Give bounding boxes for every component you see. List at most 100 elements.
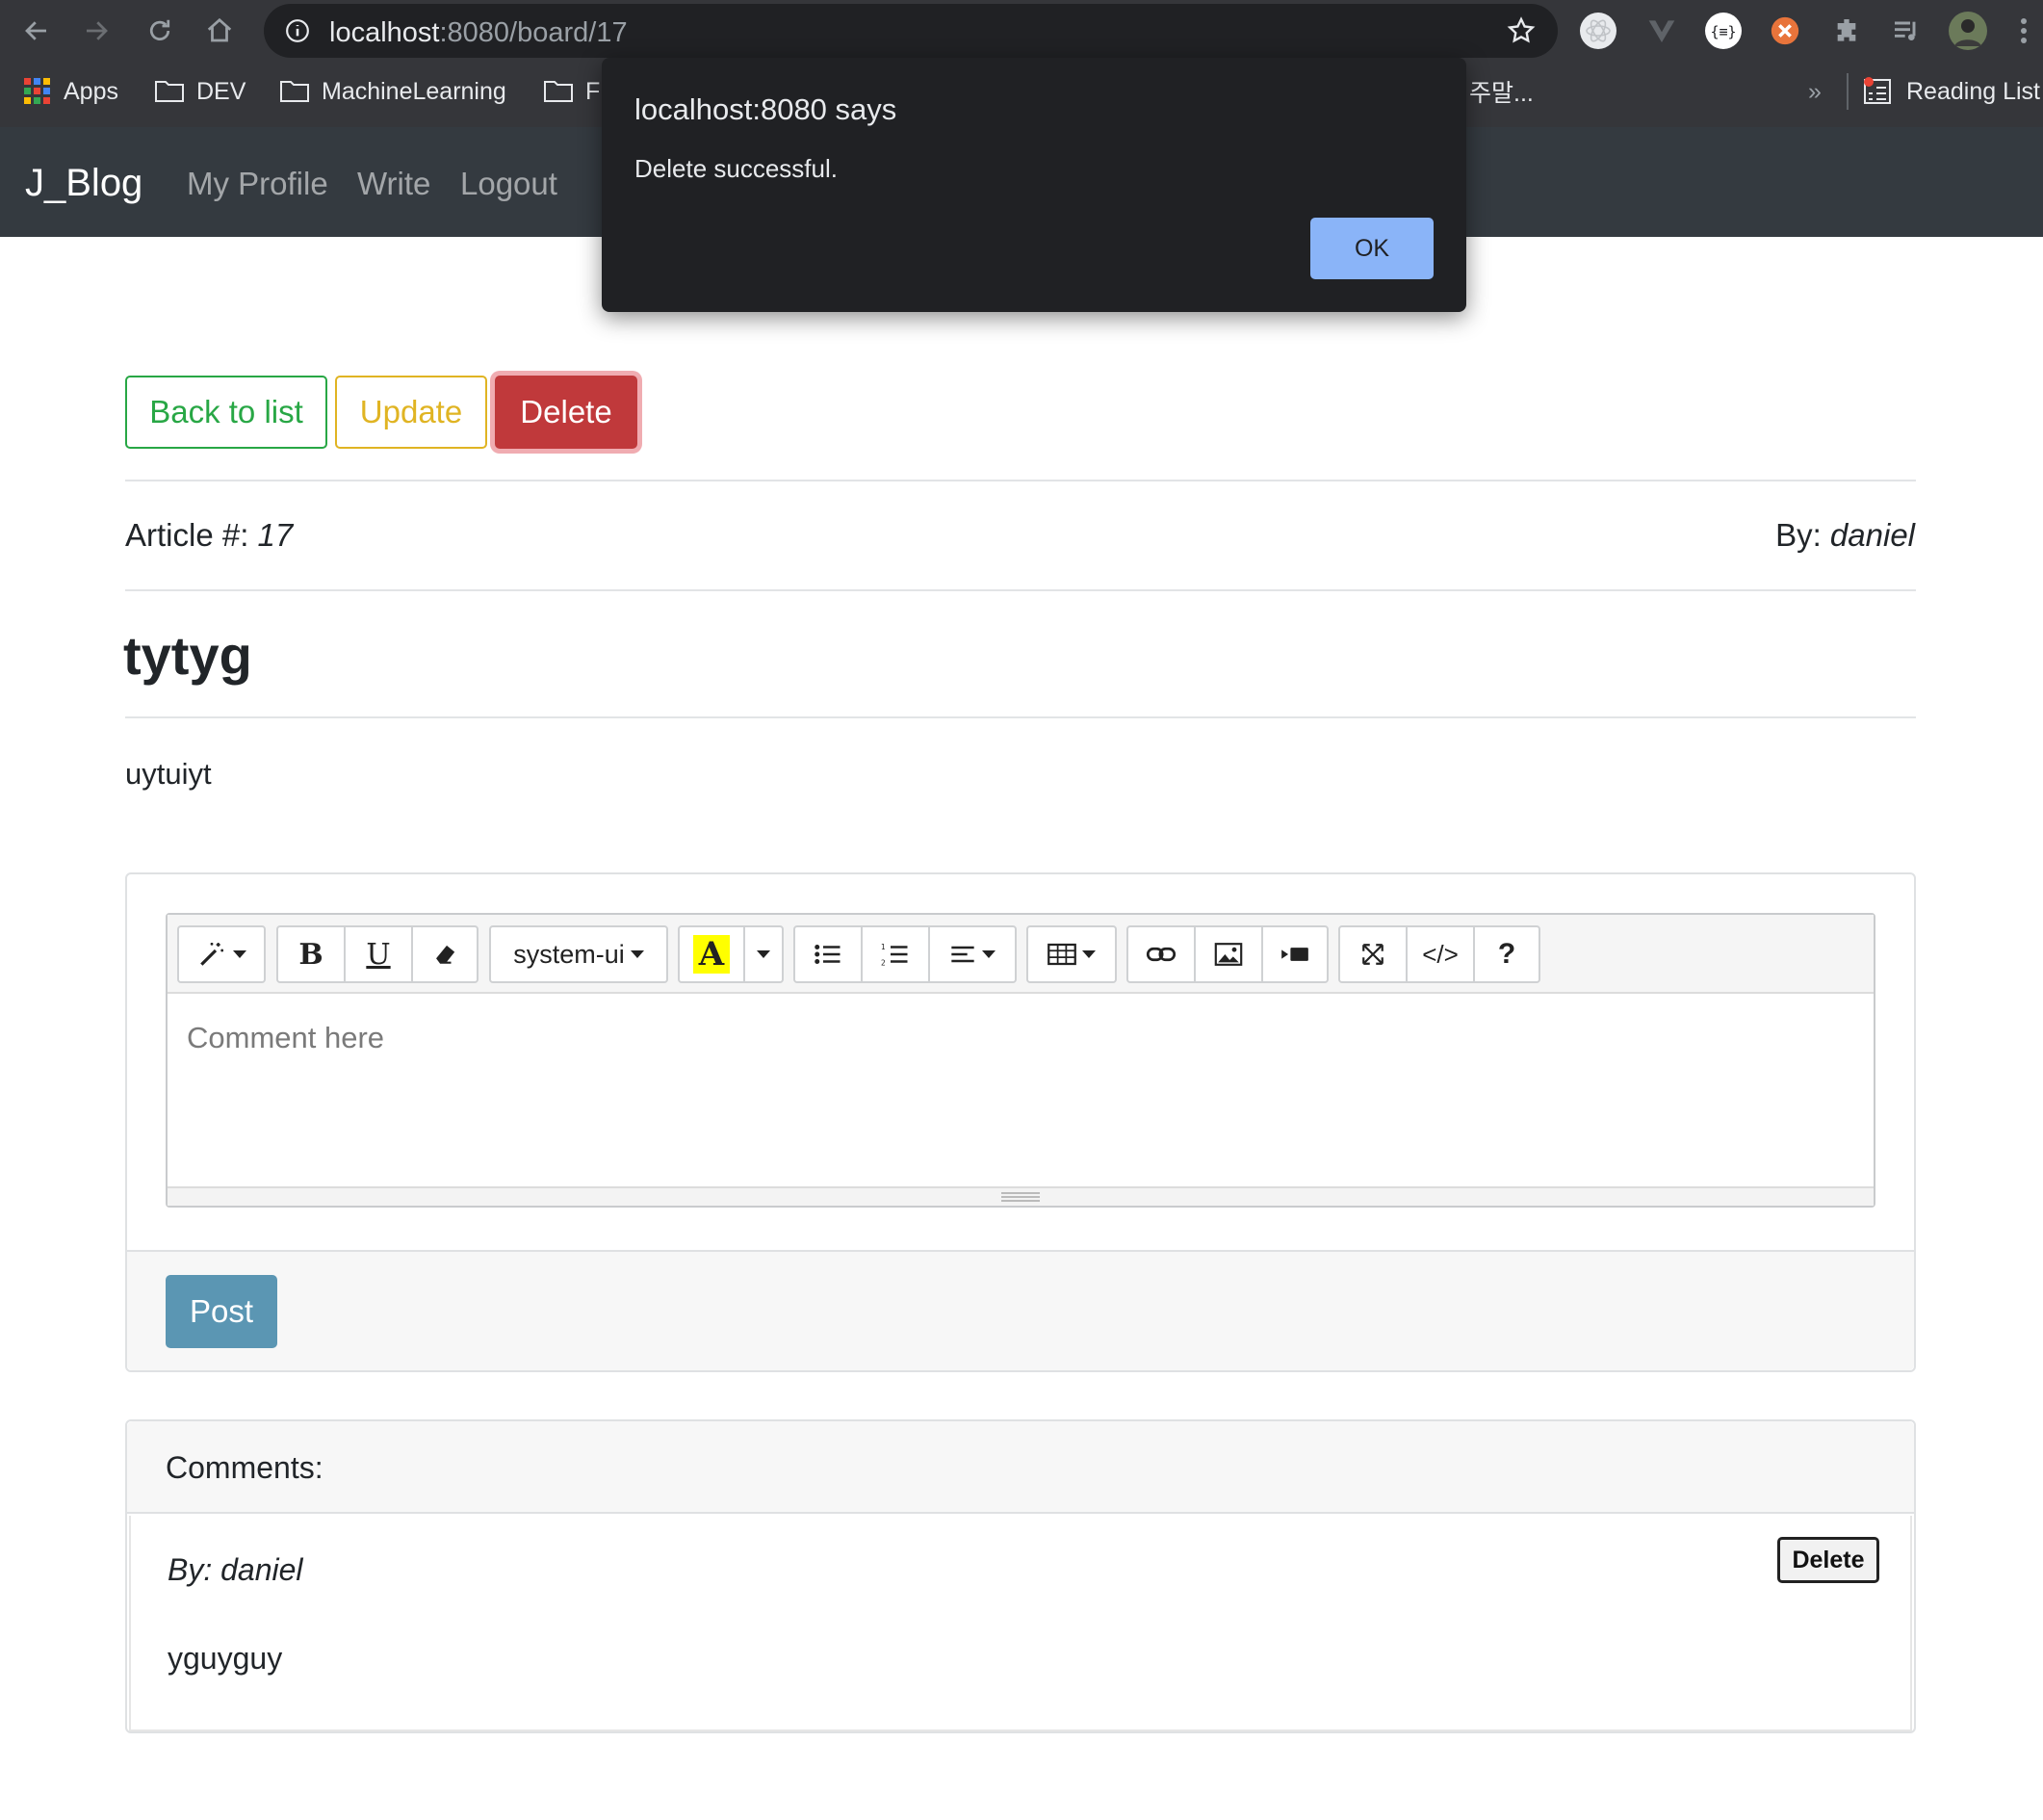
comment-form-card: B U system-ui A 12 </> ? Comment here Po… <box>125 872 1916 1372</box>
nav-write[interactable]: Write <box>357 166 430 202</box>
json-viewer-icon[interactable]: {≡} <box>1704 12 1743 50</box>
comment-text: yguyguy <box>168 1641 283 1676</box>
underline-icon: U <box>366 937 391 972</box>
reading-list-button[interactable]: Reading List <box>1862 75 2040 108</box>
comments-title: Comments: <box>166 1450 323 1485</box>
bookmark-star-icon[interactable] <box>1506 15 1537 46</box>
post-comment-button[interactable]: Post <box>166 1275 277 1348</box>
code-view-button[interactable]: </> <box>1408 927 1475 981</box>
comment-editor-area[interactable]: Comment here <box>168 994 1874 1186</box>
home-icon[interactable] <box>198 10 241 52</box>
article-number-label: Article #: <box>125 517 249 553</box>
extensions-puzzle-icon[interactable] <box>1827 12 1866 50</box>
article-author: By: daniel <box>1775 517 1915 554</box>
fullscreen-icon[interactable] <box>1340 927 1408 981</box>
bookmark-f[interactable]: F <box>543 75 600 108</box>
help-button[interactable]: ? <box>1475 927 1539 981</box>
bookmark-dev[interactable]: DEV <box>154 75 246 108</box>
toolbar-group-paragraph: 12 <box>793 925 1017 983</box>
update-button[interactable]: Update <box>335 376 487 449</box>
delete-button[interactable]: Delete <box>495 376 637 449</box>
bookmarks-divider <box>1847 73 1849 110</box>
align-icon[interactable] <box>930 927 1015 981</box>
comment-placeholder: Comment here <box>187 1021 385 1054</box>
svg-text:{≡}: {≡} <box>1710 23 1736 40</box>
bookmark-korean[interactable]: 주말... <box>1469 75 1534 108</box>
forward-arrow-icon[interactable] <box>75 10 117 52</box>
reload-icon[interactable] <box>139 10 181 52</box>
bookmarks-overflow-button[interactable]: » <box>1808 75 1822 108</box>
bookmark-f-label: F <box>585 77 601 105</box>
react-devtools-icon[interactable] <box>1579 12 1617 50</box>
extension-orange-icon[interactable] <box>1766 12 1804 50</box>
alert-ok-button[interactable]: OK <box>1310 218 1434 279</box>
toolbar-group-style <box>177 925 266 983</box>
comment-item: By: daniel Delete yguyguy <box>129 1516 1912 1731</box>
alert-title: localhost:8080 says <box>634 92 897 126</box>
text-color-icon: A <box>692 935 731 974</box>
bookmark-dev-label: DEV <box>196 77 246 105</box>
back-arrow-icon[interactable] <box>15 10 58 52</box>
code-view-icon: </> <box>1422 939 1459 969</box>
font-family-value: system-ui <box>513 939 625 969</box>
article-number: Article #: 17 <box>125 517 293 554</box>
vue-devtools-icon[interactable] <box>1642 12 1681 50</box>
alert-message: Delete successful. <box>634 154 838 183</box>
comments-card: Comments: By: daniel Delete yguyguy <box>125 1419 1916 1733</box>
apps-grid-icon <box>24 78 50 104</box>
folder-icon <box>544 81 573 102</box>
browser-toolbar: localhost:8080/board/17 {≡} <box>0 0 2043 62</box>
toolbar-group-color: A <box>678 925 784 983</box>
help-icon: ? <box>1497 938 1516 970</box>
image-icon[interactable] <box>1196 927 1263 981</box>
toolbar-group-insert <box>1126 925 1329 983</box>
bookmark-machinelearning[interactable]: MachineLearning <box>279 75 506 108</box>
article-content: uytuiyt <box>125 757 212 791</box>
toolbar-group-font: B U <box>276 925 478 983</box>
article-title: tytyg <box>123 625 252 686</box>
bookmark-korean-label: 주말... <box>1469 80 1534 107</box>
underline-button[interactable]: U <box>346 927 413 981</box>
comment-form-footer: Post <box>127 1250 1914 1370</box>
svg-text:2: 2 <box>881 958 886 967</box>
bookmark-apps[interactable]: Apps <box>23 75 118 108</box>
bookmark-ml-label: MachineLearning <box>322 77 506 105</box>
table-icon[interactable] <box>1028 927 1115 981</box>
link-icon[interactable] <box>1128 927 1196 981</box>
reading-list-icon <box>1864 77 1891 104</box>
delete-comment-button[interactable]: Delete <box>1777 1537 1879 1583</box>
address-bar[interactable]: localhost:8080/board/17 <box>264 4 1558 58</box>
unordered-list-icon[interactable] <box>795 927 863 981</box>
nav-my-profile[interactable]: My Profile <box>187 166 328 202</box>
brand-link[interactable]: J_Blog <box>25 162 142 205</box>
article-number-value: 17 <box>257 517 294 553</box>
color-dropdown-icon[interactable] <box>745 927 782 981</box>
toolbar-group-table <box>1026 925 1117 983</box>
nav-logout[interactable]: Logout <box>460 166 557 202</box>
folder-icon <box>280 81 309 102</box>
browser-menu-icon[interactable] <box>2012 12 2035 50</box>
video-icon[interactable] <box>1263 927 1327 981</box>
eraser-icon[interactable] <box>413 927 477 981</box>
bold-button[interactable]: B <box>278 927 346 981</box>
profile-avatar-icon[interactable] <box>1949 12 1987 50</box>
comments-header: Comments: <box>127 1421 1914 1514</box>
font-family-select[interactable]: system-ui <box>489 925 668 983</box>
comment-author: By: daniel <box>168 1552 303 1587</box>
editor-resize-handle[interactable] <box>168 1186 1874 1206</box>
article-author-label: By: <box>1775 517 1822 553</box>
divider <box>125 589 1916 591</box>
back-to-list-button[interactable]: Back to list <box>125 376 327 449</box>
media-controls-icon[interactable] <box>1887 12 1926 50</box>
text-color-button[interactable]: A <box>680 927 745 981</box>
article-author-value: daniel <box>1829 517 1915 553</box>
site-info-icon[interactable] <box>285 18 310 43</box>
svg-text:1: 1 <box>881 943 886 951</box>
reading-list-label: Reading List <box>1906 77 2040 105</box>
folder-icon <box>155 81 184 102</box>
rich-text-editor: B U system-ui A 12 </> ? Comment here <box>166 913 1875 1208</box>
url-text: localhost:8080/board/17 <box>329 17 628 48</box>
magic-wand-icon[interactable] <box>179 927 264 981</box>
ordered-list-icon[interactable]: 12 <box>863 927 930 981</box>
bookmark-apps-label: Apps <box>64 77 118 105</box>
